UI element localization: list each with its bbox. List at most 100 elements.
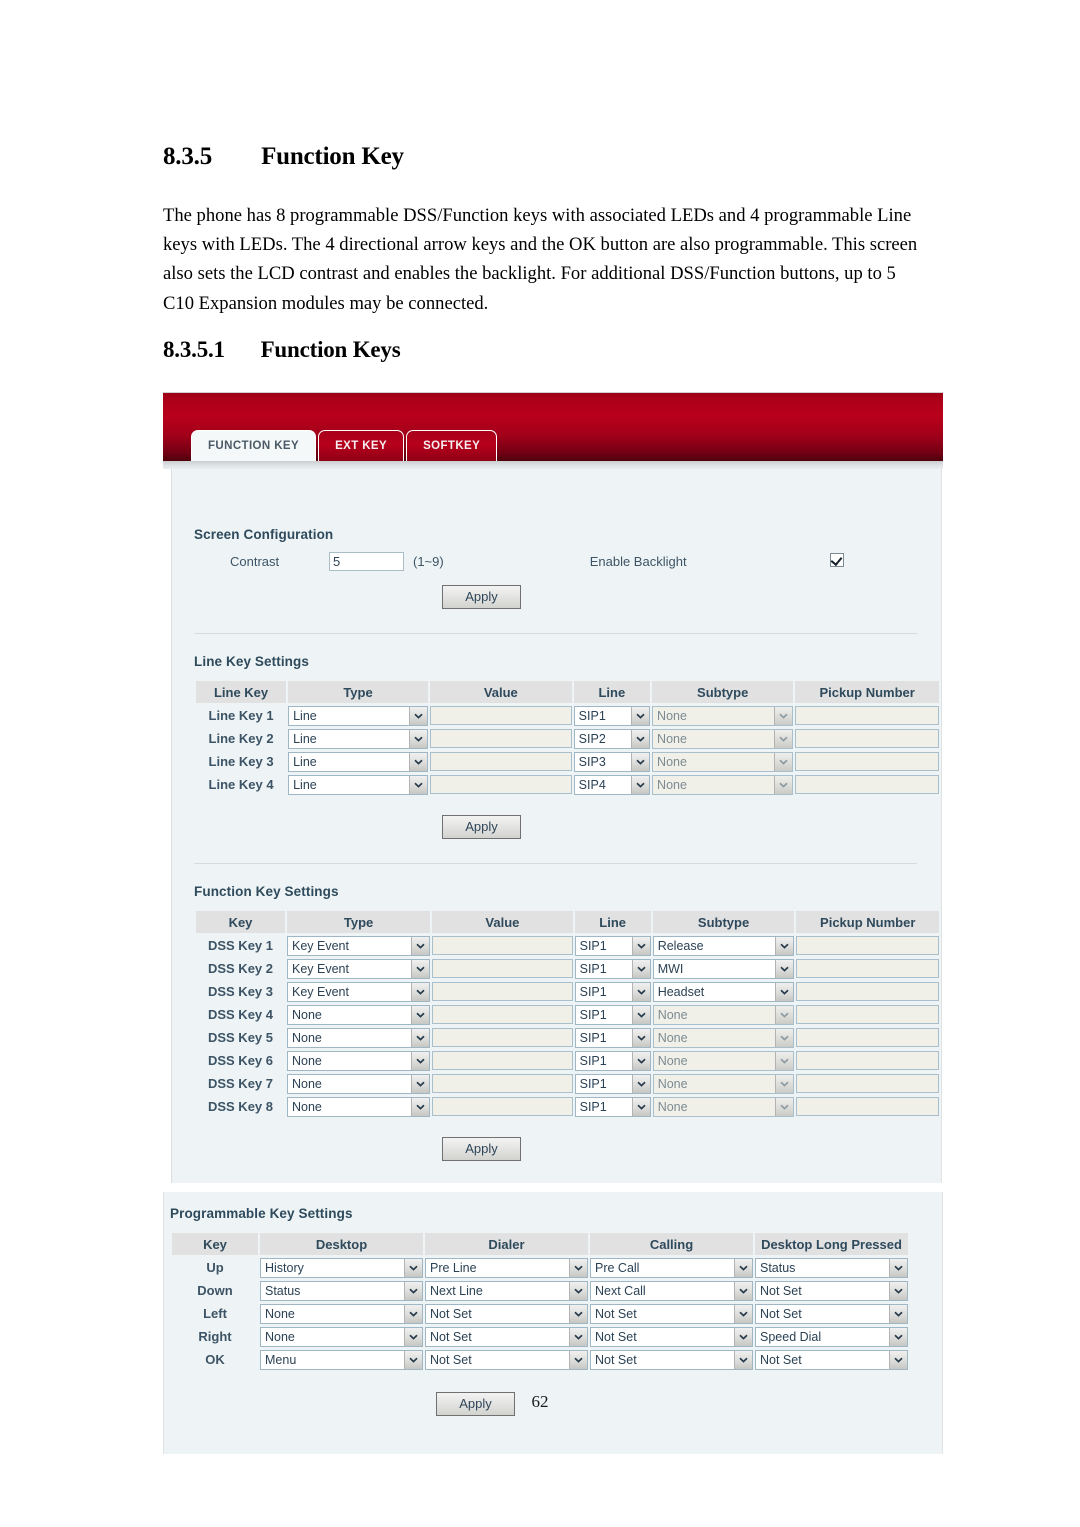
dss-key-3-line-select[interactable]: SIP1 — [574, 1004, 651, 1025]
line-key-0-subtype-select-value: None — [657, 708, 687, 723]
subsection-heading: 8.3.5.1 Function Keys — [163, 337, 401, 363]
dss-key-6-line-select[interactable]: SIP1 — [574, 1073, 651, 1094]
chevron-down-icon — [631, 1028, 650, 1047]
prog-key-2-calling-select[interactable]: Not Set — [590, 1303, 753, 1324]
dss-key-1-type-select-value: Key Event — [291, 961, 349, 976]
dss-key-4-type-select[interactable]: None — [286, 1027, 431, 1048]
line-key-1-pickup-input[interactable] — [795, 729, 939, 748]
prog-key-1-calling-select[interactable]: Next Call — [590, 1280, 753, 1301]
dss-key-3-pickup-input[interactable] — [796, 1005, 939, 1024]
prog-key-4-calling-select-value: Not Set — [595, 1352, 637, 1367]
prog-key-0-long-pressed-select[interactable]: Status — [755, 1257, 908, 1278]
chevron-down-icon — [408, 706, 427, 725]
dss-key-1-type-select[interactable]: Key Event — [286, 958, 431, 979]
dss-key-2-type-select[interactable]: Key Event — [286, 981, 431, 1002]
col-line: Line — [574, 911, 651, 933]
line-key-0-pickup-input[interactable] — [795, 706, 939, 725]
col-pickup-number: Pickup Number — [796, 911, 939, 933]
dss-key-7-value-input[interactable] — [432, 1097, 573, 1116]
dss-key-5-pickup-input[interactable] — [796, 1051, 939, 1070]
line-key-1-subtype-select: None — [652, 728, 794, 749]
prog-key-2-dialer-select[interactable]: Not Set — [425, 1303, 588, 1324]
line-key-0-line-select[interactable]: SIP1 — [573, 705, 651, 726]
prog-key-0-calling-select[interactable]: Pre Call — [590, 1257, 753, 1278]
dss-key-2-value-input[interactable] — [432, 982, 573, 1001]
dss-key-0-type-select[interactable]: Key Event — [286, 935, 431, 956]
prog-key-1-dialer-select[interactable]: Next Line — [425, 1280, 588, 1301]
line-key-2-type-select[interactable]: Line — [288, 751, 428, 772]
prog-key-4-desktop-select[interactable]: Menu — [260, 1349, 423, 1370]
line-key-3-type-select[interactable]: Line — [288, 774, 428, 795]
dss-key-4-line-select[interactable]: SIP1 — [574, 1027, 651, 1048]
line-key-1-value-input[interactable] — [429, 729, 572, 748]
dss-key-2-subtype-select[interactable]: Headset — [652, 981, 795, 1002]
prog-key-3-desktop-select[interactable]: None — [260, 1326, 423, 1347]
prog-key-1-desktop-select[interactable]: Status — [260, 1280, 423, 1301]
dss-key-3-value-input[interactable] — [432, 1005, 573, 1024]
chevron-down-icon — [569, 1327, 587, 1346]
col-dialer: Dialer — [425, 1233, 588, 1255]
tab-softkey[interactable]: SOFTKEY — [406, 430, 498, 461]
prog-key-3-long-pressed-select[interactable]: Speed Dial — [755, 1326, 908, 1347]
dss-key-3-type-select[interactable]: None — [286, 1004, 431, 1025]
tab-ext-key[interactable]: EXT KEY — [318, 430, 405, 461]
line-key-settings-title: Line Key Settings — [194, 654, 309, 669]
line-key-1-type-select[interactable]: Line — [288, 728, 428, 749]
prog-key-4-dialer-select[interactable]: Not Set — [425, 1349, 588, 1370]
prog-key-4-calling-select[interactable]: Not Set — [590, 1349, 753, 1370]
dss-key-6-pickup-input[interactable] — [796, 1074, 939, 1093]
dss-key-5-line-select[interactable]: SIP1 — [574, 1050, 651, 1071]
line-key-apply-button[interactable]: Apply — [442, 815, 521, 839]
dss-key-0-line-select[interactable]: SIP1 — [574, 935, 651, 956]
prog-key-2-long-pressed-select[interactable]: Not Set — [755, 1303, 908, 1324]
line-key-2-line-select[interactable]: SIP3 — [573, 751, 651, 772]
line-key-0-value-input[interactable] — [429, 706, 572, 725]
dss-key-2-pickup-input[interactable] — [796, 982, 939, 1001]
prog-key-3-calling-select[interactable]: Not Set — [590, 1326, 753, 1347]
chevron-down-icon — [734, 1304, 752, 1323]
prog-key-3-dialer-select[interactable]: Not Set — [425, 1326, 588, 1347]
line-key-2-pickup-input[interactable] — [795, 752, 939, 771]
dss-key-2-line-select[interactable]: SIP1 — [574, 981, 651, 1002]
contrast-input[interactable] — [329, 552, 404, 571]
dss-key-1-value-input[interactable] — [432, 959, 573, 978]
prog-key-0-dialer-select[interactable]: Pre Line — [425, 1257, 588, 1278]
dss-key-6-value-input[interactable] — [432, 1074, 573, 1093]
prog-key-4-long-pressed-select[interactable]: Not Set — [755, 1349, 908, 1370]
dss-key-7-line-select[interactable]: SIP1 — [574, 1096, 651, 1117]
dss-key-7-type-select[interactable]: None — [286, 1096, 431, 1117]
line-key-3-pickup-input[interactable] — [795, 775, 939, 794]
dss-key-0-value-input[interactable] — [432, 936, 573, 955]
dss-key-7-pickup-input[interactable] — [796, 1097, 939, 1116]
dss-key-4-pickup-input[interactable] — [796, 1028, 939, 1047]
webui-screenshot-figure: FUNCTION KEY EXT KEY SOFTKEY Screen Conf… — [163, 392, 943, 1454]
dss-key-4-subtype-select: None — [652, 1027, 795, 1048]
enable-backlight-checkbox[interactable] — [829, 553, 844, 567]
dss-key-2-type-select-value: Key Event — [291, 984, 349, 999]
dss-key-1-subtype-select[interactable]: MWI — [652, 958, 795, 979]
line-key-0-type-select[interactable]: Line — [288, 705, 428, 726]
line-key-settings-table: Line Key Type Value Line Subtype Pickup … — [194, 679, 941, 797]
prog-key-0-desktop-select[interactable]: History — [260, 1257, 423, 1278]
prog-key-2-desktop-select[interactable]: None — [260, 1303, 423, 1324]
dss-key-1-line-select[interactable]: SIP1 — [574, 958, 651, 979]
tab-function-key[interactable]: FUNCTION KEY — [191, 430, 317, 461]
function-key-apply-button[interactable]: Apply — [442, 1137, 521, 1161]
table-row: Line Key 2 Line SIP2 None — [196, 728, 939, 749]
dss-key-4-value-input[interactable] — [432, 1028, 573, 1047]
dss-key-0-pickup-input[interactable] — [796, 936, 939, 955]
dss-key-6-type-select[interactable]: None — [286, 1073, 431, 1094]
line-key-3-value-input[interactable] — [429, 775, 572, 794]
screen-config-apply-wrap: Apply — [22, 585, 941, 609]
dss-key-5-value-input[interactable] — [432, 1051, 573, 1070]
line-key-3-line-select[interactable]: SIP4 — [573, 774, 651, 795]
dss-key-0-subtype-select[interactable]: Release — [652, 935, 795, 956]
line-key-2-value-input[interactable] — [429, 752, 572, 771]
chevron-down-icon — [889, 1350, 907, 1369]
dss-key-1-pickup-input[interactable] — [796, 959, 939, 978]
dss-key-0-label: DSS Key 1 — [207, 938, 274, 953]
line-key-1-line-select[interactable]: SIP2 — [573, 728, 651, 749]
screen-config-apply-button[interactable]: Apply — [442, 585, 521, 609]
dss-key-5-type-select[interactable]: None — [286, 1050, 431, 1071]
prog-key-1-long-pressed-select[interactable]: Not Set — [755, 1280, 908, 1301]
